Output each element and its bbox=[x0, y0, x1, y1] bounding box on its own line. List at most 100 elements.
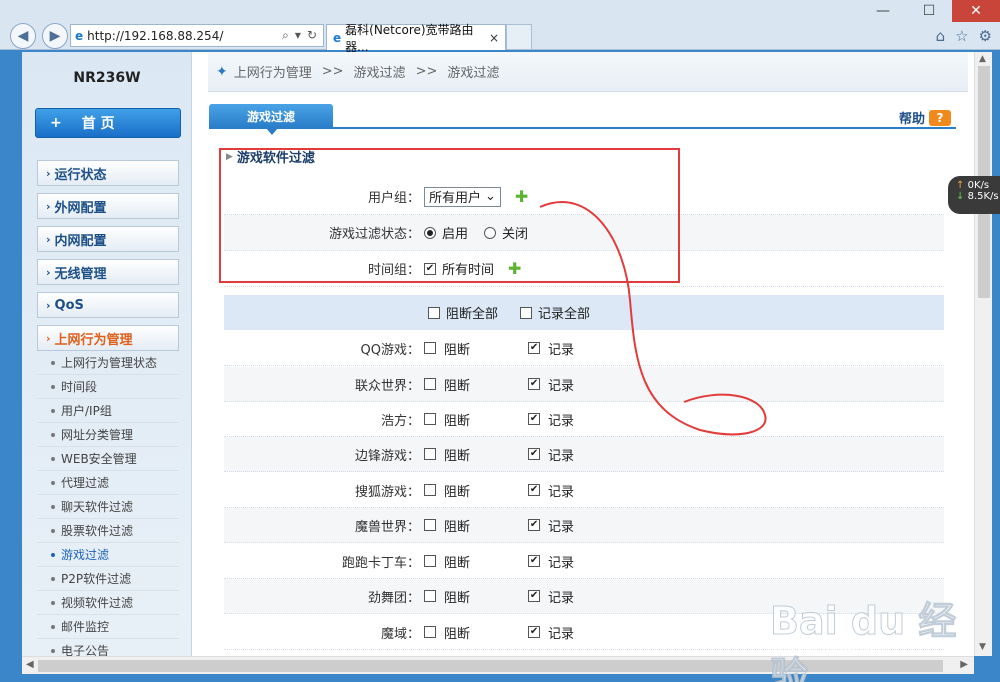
tab-close-icon[interactable]: × bbox=[489, 31, 505, 45]
ie-icon: e bbox=[75, 28, 84, 43]
search-icon[interactable]: ⌕ bbox=[282, 28, 289, 43]
submenu-item[interactable]: 网址分类管理 bbox=[37, 423, 179, 447]
breadcrumb-icon: ✦ bbox=[216, 63, 228, 80]
submenu-item[interactable]: 代理过滤 bbox=[37, 471, 179, 495]
watermark-url: jingyan.baidu.com bbox=[774, 640, 885, 654]
chevron-right-icon: › bbox=[46, 265, 51, 279]
menu-item-lan[interactable]: › 内网配置 bbox=[37, 226, 179, 252]
bullet-icon bbox=[51, 648, 55, 653]
menu-item-wireless[interactable]: › 无线管理 bbox=[37, 259, 179, 285]
network-speed-widget[interactable]: ↑ 0K/s ↓ 8.5K/s bbox=[948, 176, 1000, 214]
close-button[interactable]: ✕ bbox=[952, 0, 1000, 22]
log-checkbox[interactable]: ✔ bbox=[528, 484, 541, 496]
bullet-icon bbox=[51, 384, 55, 389]
submenu-item[interactable]: 电子公告 bbox=[37, 639, 179, 656]
log-all-checkbox[interactable] bbox=[520, 306, 533, 319]
game-row: QQ游戏： 阻断 ✔ 记录 bbox=[224, 331, 944, 366]
home-icon[interactable]: ⌂ bbox=[936, 27, 946, 45]
block-checkbox[interactable] bbox=[424, 342, 436, 354]
menu-item-behavior-management[interactable]: › 上网行为管理 bbox=[37, 325, 179, 351]
block-all-checkbox[interactable] bbox=[428, 306, 440, 319]
log-checkbox[interactable]: ✔ bbox=[528, 448, 541, 460]
game-row: 魔兽世界： 阻断 ✔ 记录 bbox=[224, 508, 944, 543]
annotation-box bbox=[219, 148, 680, 283]
submenu-item[interactable]: 时间段 bbox=[37, 375, 179, 399]
window-controls: — ☐ ✕ bbox=[860, 0, 1000, 22]
back-icon[interactable]: ◀ bbox=[10, 23, 36, 49]
block-checkbox[interactable] bbox=[424, 555, 436, 567]
game-row: 搜狐游戏： 阻断 ✔ 记录 bbox=[224, 473, 944, 508]
game-row: 边锋游戏： 阻断 ✔ 记录 bbox=[224, 437, 944, 472]
block-checkbox[interactable] bbox=[424, 378, 436, 390]
help-link[interactable]: 帮助 ? bbox=[899, 108, 952, 127]
tab-pointer bbox=[266, 128, 278, 135]
address-bar[interactable]: e http://192.168.88.254/ ⌕ ▾ ↻ bbox=[70, 24, 324, 47]
minimize-button[interactable]: — bbox=[860, 0, 906, 22]
dropdown-icon[interactable]: ▾ bbox=[295, 28, 301, 43]
bullet-icon bbox=[51, 504, 55, 509]
ie-icon: e bbox=[333, 30, 342, 45]
settings-gear-icon[interactable]: ⚙ bbox=[979, 27, 992, 45]
menu-item-qos[interactable]: › QoS bbox=[37, 292, 179, 318]
favorites-star-icon[interactable]: ☆ bbox=[955, 27, 968, 45]
log-checkbox[interactable]: ✔ bbox=[528, 413, 541, 425]
tab-title: 磊科(Netcore)宽带路由器... bbox=[345, 22, 474, 54]
log-checkbox[interactable]: ✔ bbox=[528, 626, 541, 638]
bullet-icon bbox=[51, 624, 55, 629]
block-checkbox[interactable] bbox=[424, 590, 436, 602]
block-checkbox[interactable] bbox=[424, 519, 436, 531]
chevron-right-icon: › bbox=[46, 331, 51, 345]
scroll-up-icon[interactable]: ▲ bbox=[979, 54, 986, 64]
page-content: NR236W + 首 页 › 运行状态 › 外网配置 › 内网配置 › 无线管理 › Qo… bbox=[22, 52, 974, 656]
home-button[interactable]: + 首 页 bbox=[35, 108, 181, 138]
block-checkbox[interactable] bbox=[424, 413, 436, 425]
submenu-item[interactable]: 邮件监控 bbox=[37, 615, 179, 639]
block-checkbox[interactable] bbox=[424, 484, 436, 496]
vertical-scrollbar[interactable]: ▲ ▼ bbox=[974, 52, 992, 656]
chevron-right-icon: › bbox=[46, 199, 51, 213]
browser-toolbar-icons: ⌂ ☆ ⚙ bbox=[936, 27, 992, 45]
help-icon: ? bbox=[929, 109, 952, 126]
chevron-right-icon: › bbox=[46, 298, 51, 312]
submenu-item[interactable]: 股票软件过滤 bbox=[37, 519, 179, 543]
submenu-item[interactable]: 视频软件过滤 bbox=[37, 591, 179, 615]
log-checkbox[interactable]: ✔ bbox=[528, 378, 541, 390]
game-row: 浩方： 阻断 ✔ 记录 bbox=[224, 402, 944, 437]
new-tab-button[interactable] bbox=[506, 24, 532, 50]
submenu-item[interactable]: WEB安全管理 bbox=[37, 447, 179, 471]
bullet-icon bbox=[51, 600, 55, 605]
bullet-icon bbox=[51, 576, 55, 581]
submenu-item[interactable]: 用户/IP组 bbox=[37, 399, 179, 423]
submenu-item[interactable]: 聊天软件过滤 bbox=[37, 495, 179, 519]
submenu-item-game-filter[interactable]: 游戏过滤 bbox=[37, 543, 179, 567]
refresh-icon[interactable]: ↻ bbox=[307, 28, 317, 43]
block-checkbox[interactable] bbox=[424, 448, 436, 460]
log-checkbox[interactable]: ✔ bbox=[528, 519, 541, 531]
tab-game-filter[interactable]: 游戏过滤 bbox=[209, 104, 333, 128]
maximize-button[interactable]: ☐ bbox=[906, 0, 952, 22]
forward-icon[interactable]: ▶ bbox=[42, 23, 68, 49]
menu-item-status[interactable]: › 运行状态 bbox=[37, 160, 179, 186]
bullet-icon bbox=[51, 408, 55, 413]
address-url: http://192.168.88.254/ bbox=[87, 28, 224, 43]
menu-item-wan[interactable]: › 外网配置 bbox=[37, 193, 179, 219]
address-tools: ⌕ ▾ ↻ bbox=[282, 28, 323, 43]
chevron-right-icon: › bbox=[46, 166, 51, 180]
log-checkbox[interactable]: ✔ bbox=[528, 555, 541, 567]
log-checkbox[interactable]: ✔ bbox=[528, 342, 541, 354]
bullet-icon bbox=[51, 360, 55, 365]
chevron-right-icon: › bbox=[46, 232, 51, 246]
submenu-item[interactable]: 上网行为管理状态 bbox=[37, 351, 179, 375]
browser-tab[interactable]: e 磊科(Netcore)宽带路由器... × bbox=[326, 23, 506, 54]
submenu-item[interactable]: P2P软件过滤 bbox=[37, 567, 179, 591]
watermark-brand: Bai du 经验 bbox=[770, 599, 957, 682]
block-checkbox[interactable] bbox=[424, 626, 436, 638]
game-row: 联众世界： 阻断 ✔ 记录 bbox=[224, 367, 944, 402]
home-label: 首 页 bbox=[81, 116, 115, 132]
bullet-icon bbox=[51, 480, 55, 485]
bullet-icon bbox=[51, 552, 55, 557]
scroll-left-icon[interactable]: ◀ bbox=[26, 659, 34, 670]
log-checkbox[interactable]: ✔ bbox=[528, 590, 541, 602]
bullet-icon bbox=[51, 456, 55, 461]
download-arrow-icon: ↓ bbox=[956, 191, 965, 202]
